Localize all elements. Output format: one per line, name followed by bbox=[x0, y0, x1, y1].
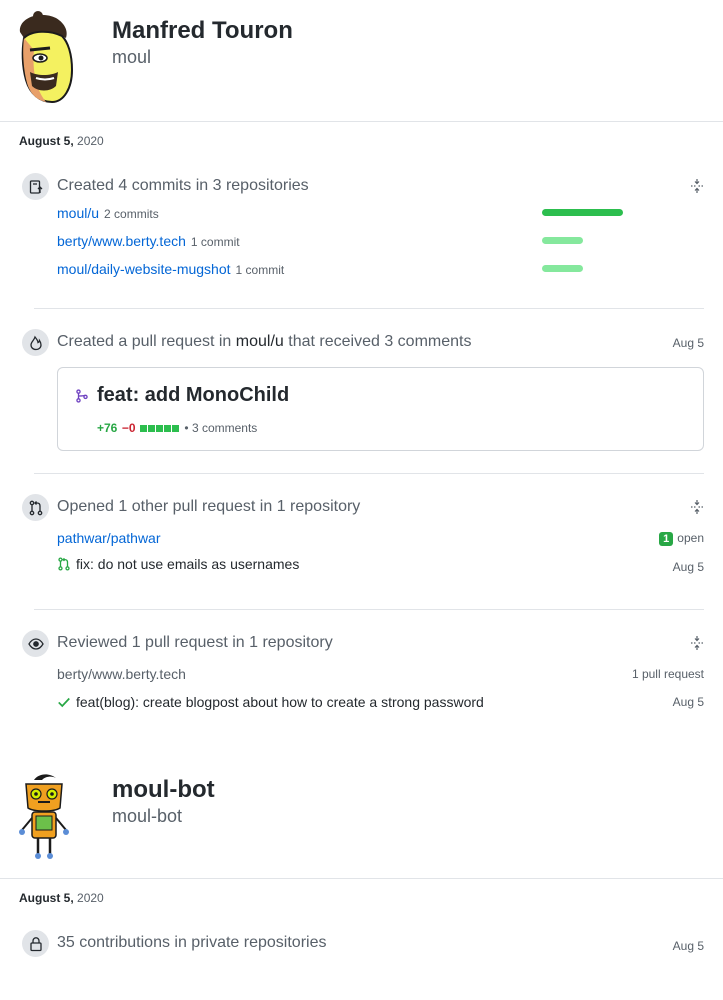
commit-bar bbox=[542, 237, 583, 244]
profile-login: moul-bot bbox=[112, 806, 183, 826]
commit-bar bbox=[542, 265, 583, 272]
reviewed-summary: Reviewed 1 pull request in 1 repository bbox=[57, 634, 333, 651]
repo-push-icon bbox=[22, 173, 49, 200]
commit-repo-row: berty/www.berty.tech 1 commit bbox=[57, 233, 240, 251]
pr-card: feat: add MonoChild +76 −0 • 3 comments bbox=[57, 367, 704, 451]
commit-repo-row: moul/daily-website-mugshot 1 commit bbox=[57, 261, 284, 279]
commit-count-link[interactable]: 1 commit bbox=[191, 235, 240, 249]
diffstat-block bbox=[147, 425, 155, 432]
event-divider bbox=[34, 308, 704, 309]
event-date: Aug 5 bbox=[672, 560, 704, 574]
pr-title-link[interactable]: feat: add MonoChild bbox=[97, 384, 289, 407]
event-date: Aug 5 bbox=[672, 695, 704, 709]
profile-login: moul bbox=[112, 47, 152, 67]
repo-link[interactable]: moul/u bbox=[57, 205, 99, 221]
date-year: 2020 bbox=[77, 134, 104, 148]
pr-comments: • 3 comments bbox=[184, 421, 258, 435]
pull-request-icon bbox=[22, 494, 49, 521]
event-divider bbox=[34, 473, 704, 474]
date-day: August 5, bbox=[19, 134, 74, 148]
diffstat bbox=[139, 419, 184, 436]
commit-count-link[interactable]: 2 commits bbox=[104, 207, 159, 221]
opened-summary: Opened 1 other pull request in 1 reposit… bbox=[57, 498, 361, 515]
pull-request-icon bbox=[76, 389, 88, 403]
header-divider bbox=[0, 878, 723, 879]
repo-link[interactable]: berty/www.berty.tech bbox=[57, 666, 186, 682]
avatar-moul-bot[interactable] bbox=[14, 772, 74, 862]
open-count-badge: 1 bbox=[659, 532, 674, 546]
profile-name: moul-bot bbox=[112, 776, 215, 803]
review-count: 1 pull request bbox=[631, 667, 704, 681]
check-icon bbox=[58, 697, 70, 708]
avatar-manfred[interactable] bbox=[10, 10, 76, 106]
repo-link[interactable]: moul/daily-website-mugshot bbox=[57, 261, 231, 277]
pr-title-link[interactable]: feat(blog): create blogpost about how to… bbox=[76, 694, 484, 710]
pr-repo-link[interactable]: moul/u bbox=[236, 333, 284, 350]
diffstat-block bbox=[139, 425, 147, 432]
fold-icon[interactable] bbox=[689, 178, 705, 194]
date-heading: August 5, 2020 bbox=[19, 134, 104, 148]
open-label: open bbox=[677, 531, 704, 545]
pr-summary-suffix: that received 3 comments bbox=[288, 333, 472, 350]
event-date: Aug 5 bbox=[672, 336, 704, 350]
date-year: 2020 bbox=[77, 891, 104, 905]
avatar-illustration bbox=[19, 11, 74, 104]
pull-request-open-icon bbox=[58, 557, 70, 571]
commit-bar bbox=[542, 209, 623, 216]
pr-summary-prefix: Created a pull request in bbox=[57, 333, 232, 350]
diffstat-block bbox=[163, 425, 171, 432]
pr-title-link[interactable]: fix: do not use emails as usernames bbox=[76, 556, 299, 572]
pr-stats: +76 −0 • 3 comments bbox=[97, 419, 257, 437]
flame-icon bbox=[22, 329, 49, 356]
event-divider bbox=[34, 609, 704, 610]
date-day: August 5, bbox=[19, 891, 74, 905]
diffstat-block bbox=[155, 425, 163, 432]
repo-link[interactable]: pathwar/pathwar bbox=[57, 530, 161, 546]
additions-count: +76 bbox=[97, 421, 118, 435]
header-divider bbox=[0, 121, 723, 122]
fold-icon[interactable] bbox=[689, 635, 705, 651]
fold-icon[interactable] bbox=[689, 499, 705, 515]
commits-summary: Created 4 commits in 3 repositories bbox=[57, 177, 309, 194]
eye-icon bbox=[22, 630, 49, 657]
commit-count-link[interactable]: 1 commit bbox=[236, 263, 285, 277]
diffstat-block bbox=[171, 425, 179, 432]
repo-link[interactable]: berty/www.berty.tech bbox=[57, 233, 186, 249]
open-count: 1 open bbox=[659, 531, 704, 546]
event-date: Aug 5 bbox=[672, 939, 704, 953]
avatar-illustration bbox=[19, 774, 69, 859]
profile-name: Manfred Touron bbox=[112, 17, 293, 44]
date-heading: August 5, 2020 bbox=[19, 891, 104, 905]
lock-icon bbox=[22, 930, 49, 957]
deletions-count: −0 bbox=[121, 421, 136, 435]
commit-repo-row: moul/u 2 commits bbox=[57, 205, 159, 223]
pr-summary: Created a pull request in moul/u that re… bbox=[57, 333, 471, 351]
private-summary: 35 contributions in private repositories bbox=[57, 934, 327, 951]
